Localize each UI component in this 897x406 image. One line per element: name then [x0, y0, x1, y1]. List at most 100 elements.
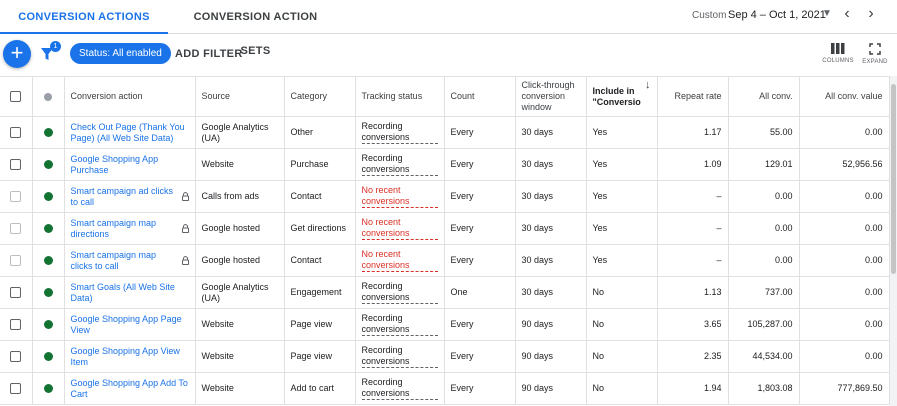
tracking-status-text[interactable]: No recent conversions: [361, 217, 438, 240]
header-click-through-window[interactable]: Click-through conversion window: [514, 76, 587, 117]
cell-include: Yes: [585, 148, 658, 181]
row-status-cell: [31, 340, 65, 373]
row-checkbox[interactable]: [10, 159, 22, 170]
cell-conversion-action: Smart Goals (All Web Site Data): [63, 276, 196, 309]
header-category[interactable]: Category: [283, 76, 356, 117]
enabled-status-dot-icon: [43, 128, 53, 137]
conversion-action-link[interactable]: Google Shopping App Page View: [71, 314, 189, 336]
top-tab-bar: CONVERSION ACTIONS CONVERSION ACTION SET…: [0, 0, 897, 57]
cell-count: Every: [443, 244, 516, 277]
status-filter-chip[interactable]: Status: All enabled: [70, 43, 171, 64]
header-all-conv[interactable]: All conv.: [727, 76, 800, 117]
cell-all-conv-value: 0.00: [798, 276, 890, 309]
tracking-status-text[interactable]: Recording conversions: [361, 345, 438, 368]
cell-category: Page view: [283, 308, 356, 341]
cell-source: Website: [194, 148, 285, 181]
cell-all-conv: 105,287.00: [727, 308, 800, 341]
conversion-actions-table: Conversion action Source Category Tracki…: [0, 76, 890, 405]
conversion-action-link[interactable]: Smart Goals (All Web Site Data): [71, 282, 189, 304]
columns-button[interactable]: COLUMNS: [820, 43, 856, 64]
date-dropdown-caret-icon[interactable]: ▼: [822, 8, 832, 19]
status-column-header: [31, 76, 65, 117]
cell-window: 90 days: [514, 372, 587, 405]
cell-count: Every: [443, 212, 516, 245]
lock-icon: [181, 192, 189, 201]
conversion-action-link[interactable]: Check Out Page (Thank You Page) (All Web…: [71, 122, 189, 144]
cell-count: Every: [443, 340, 516, 373]
previous-period-icon[interactable]: ‹: [840, 5, 854, 23]
cell-conversion-action: Google Shopping App Page View: [63, 308, 196, 341]
cell-window: 30 days: [514, 148, 587, 181]
row-select-cell: [0, 276, 33, 309]
tab-conversion-action-sets[interactable]: CONVERSION ACTION SETS: [178, 0, 333, 57]
header-all-conv-value[interactable]: All conv. value: [798, 76, 890, 117]
row-select-cell: [0, 212, 33, 245]
select-all-checkbox[interactable]: [10, 91, 22, 102]
header-conversion-action[interactable]: Conversion action: [63, 76, 196, 117]
date-range-picker[interactable]: Sep 4 – Oct 1, 2021: [728, 9, 826, 21]
tracking-status-text[interactable]: Recording conversions: [361, 377, 438, 400]
header-include-in-conversions[interactable]: ↓ Include in "Conversio: [585, 76, 658, 117]
cell-repeat-rate: 1.09: [656, 148, 729, 181]
cell-repeat-rate: 1.13: [656, 276, 729, 309]
cell-repeat-rate: –: [656, 180, 729, 213]
tracking-status-text[interactable]: Recording conversions: [361, 281, 438, 304]
scrollbar-thumb[interactable]: [891, 84, 896, 274]
cell-repeat-rate: 3.65: [656, 308, 729, 341]
cell-category: Engagement: [283, 276, 356, 309]
cell-source: Google hosted: [194, 244, 285, 277]
next-period-icon[interactable]: ›: [864, 5, 878, 23]
row-select-cell: [0, 116, 33, 149]
table-row: Smart campaign ad clicks to call Calls fr…: [0, 180, 890, 213]
conversion-action-link[interactable]: Google Shopping App Add To Cart: [71, 378, 189, 400]
cell-category: Contact: [283, 180, 356, 213]
row-status-cell: [31, 148, 65, 181]
enabled-status-dot-icon: [43, 192, 53, 201]
cell-tracking-status: No recent conversions: [354, 180, 445, 213]
cell-include: No: [585, 308, 658, 341]
row-status-cell: [31, 308, 65, 341]
conversion-action-link[interactable]: Google Shopping App View Item: [71, 346, 189, 368]
header-source[interactable]: Source: [194, 76, 285, 117]
tracking-status-text[interactable]: Recording conversions: [361, 121, 438, 144]
add-filter-button[interactable]: ADD FILTER: [175, 48, 243, 60]
row-checkbox[interactable]: [10, 127, 22, 138]
row-checkbox[interactable]: [10, 319, 22, 330]
row-checkbox[interactable]: [10, 287, 22, 298]
tracking-status-text[interactable]: No recent conversions: [361, 185, 438, 208]
conversion-action-link[interactable]: Smart campaign map directions: [71, 218, 178, 240]
expand-button[interactable]: EXPAND: [857, 43, 893, 65]
table-row: Check Out Page (Thank You Page) (All Web…: [0, 116, 890, 149]
cell-category: Page view: [283, 340, 356, 373]
row-status-cell: [31, 244, 65, 277]
conversion-action-link[interactable]: Smart campaign ad clicks to call: [71, 186, 178, 208]
tracking-status-text[interactable]: Recording conversions: [361, 313, 438, 336]
table-row: Smart campaign map directions Google host…: [0, 212, 890, 245]
cell-tracking-status: Recording conversions: [354, 340, 445, 373]
cell-category: Get directions: [283, 212, 356, 245]
conversion-action-link[interactable]: Google Shopping App Purchase: [71, 154, 189, 176]
cell-tracking-status: Recording conversions: [354, 308, 445, 341]
header-repeat-rate[interactable]: Repeat rate: [656, 76, 729, 117]
conversion-action-link[interactable]: Smart campaign map clicks to call: [71, 250, 178, 272]
cell-include: No: [585, 372, 658, 405]
cell-tracking-status: Recording conversions: [354, 276, 445, 309]
tab-conversion-actions[interactable]: CONVERSION ACTIONS: [0, 0, 168, 34]
cell-source: Google Analytics (UA): [194, 276, 285, 309]
row-select-cell: [0, 244, 33, 277]
tracking-status-text[interactable]: No recent conversions: [361, 249, 438, 272]
filter-count-badge: 1: [50, 41, 61, 52]
row-checkbox[interactable]: [10, 383, 22, 394]
tracking-status-text[interactable]: Recording conversions: [361, 153, 438, 176]
cell-conversion-action: Smart campaign map clicks to call: [63, 244, 196, 277]
vertical-scrollbar[interactable]: [890, 76, 897, 406]
columns-icon: [831, 43, 845, 54]
row-status-cell: [31, 276, 65, 309]
add-conversion-button[interactable]: +: [3, 40, 31, 68]
cell-all-conv: 1,803.08: [727, 372, 800, 405]
cell-count: Every: [443, 180, 516, 213]
header-tracking-status[interactable]: Tracking status: [354, 76, 445, 117]
row-checkbox[interactable]: [10, 351, 22, 362]
cell-conversion-action: Google Shopping App View Item: [63, 340, 196, 373]
header-count[interactable]: Count: [443, 76, 516, 117]
